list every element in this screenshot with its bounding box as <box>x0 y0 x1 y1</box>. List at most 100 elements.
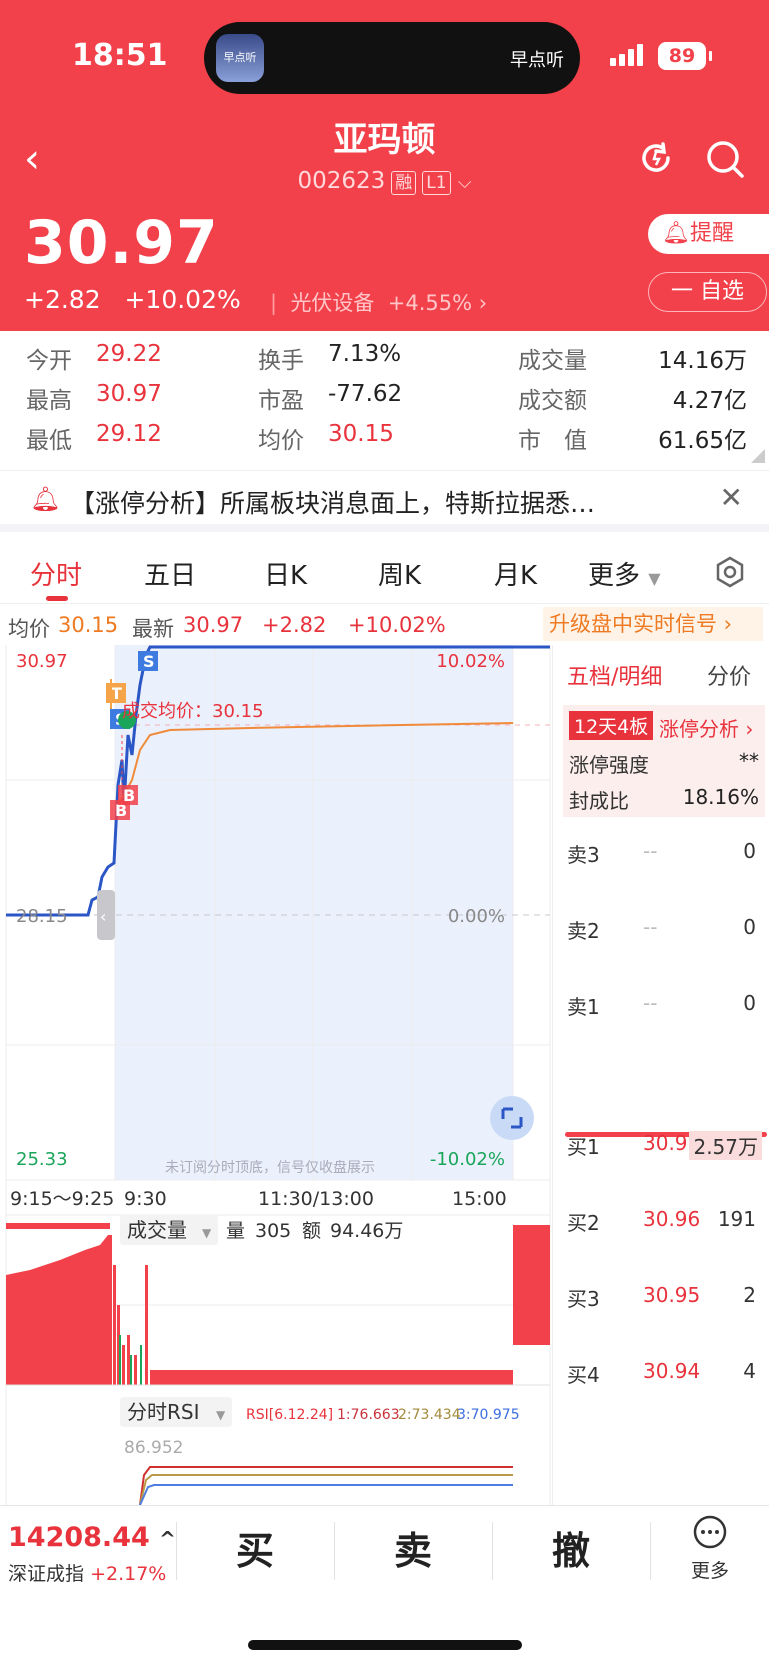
strength-value: ** <box>739 749 759 773</box>
settings-icon[interactable] <box>714 556 746 588</box>
time-label-close: 15:00 <box>452 1188 507 1210</box>
tab-daily-k[interactable]: 日K <box>264 555 307 592</box>
avg-price-note: 成交均价：30.15 <box>122 701 264 722</box>
more-button[interactable]: 更多 <box>660 1514 760 1583</box>
bid-qty: 2 <box>743 1283 756 1307</box>
volume-value: 14.16万 <box>658 348 747 374</box>
change-pct: +10.02% <box>124 285 241 314</box>
bell-icon: 🔔︎ <box>30 485 61 513</box>
bid-row[interactable]: 买2 30.96 191 <box>553 1199 769 1239</box>
level-tag: L1 <box>422 171 451 195</box>
search-icon[interactable] <box>704 138 746 180</box>
chart-watermark: 未订阅分时顶底，信号仅收盘展示 <box>165 1159 375 1176</box>
rsi-2: 2:73.434 <box>398 1407 461 1423</box>
caret-down-icon: ▼ <box>216 1408 226 1422</box>
clock: 18:51 <box>72 38 168 73</box>
pct-top-label: 10.02% <box>436 651 505 672</box>
ask-row[interactable]: 卖1 -- 0 <box>553 983 769 1023</box>
y-mid-label: 28.15 <box>16 906 68 927</box>
divider <box>492 1522 493 1580</box>
order-book-tab[interactable]: 五档/明细 <box>567 659 662 691</box>
upgrade-signal-link[interactable]: 升级盘中实时信号 › <box>543 607 763 641</box>
volume-amt: 94.46万 <box>330 1220 403 1242</box>
index-pct: +2.17% <box>90 1563 167 1585</box>
tab-intraday[interactable]: 分时 <box>30 555 82 592</box>
tab-weekly-k[interactable]: 周K <box>378 555 421 592</box>
volume-amt-label: 额 <box>302 1220 321 1242</box>
pe-label: 市盈 <box>258 388 304 414</box>
rsi-1: 1:76.663 <box>337 1407 400 1423</box>
cancel-button[interactable]: 撤 <box>496 1520 646 1575</box>
tab-more-label: 更多 <box>588 561 641 591</box>
mcap-label: 市 值 <box>518 428 587 454</box>
island-label: 早点听 <box>510 50 564 71</box>
rsi-3: 3:70.975 <box>457 1407 520 1423</box>
watchlist-button[interactable]: 一 自选 <box>648 272 767 312</box>
close-icon[interactable]: ✕ <box>720 481 743 514</box>
low-value: 29.12 <box>96 421 162 447</box>
y-min-label: 25.33 <box>16 1149 68 1170</box>
bid-qty: 2.57万 <box>689 1131 762 1160</box>
latest-pct: +10.02% <box>348 613 446 637</box>
marker-t-text: T <box>111 684 122 703</box>
ask-qty: 0 <box>743 991 756 1015</box>
ask-label: 卖2 <box>567 919 600 943</box>
ask-qty: 0 <box>743 915 756 939</box>
current-price: 30.97 <box>24 208 219 278</box>
buy-button[interactable]: 买 <box>180 1520 330 1575</box>
caret-up-icon: ^ <box>159 1527 176 1551</box>
volume-qty-label: 量 <box>226 1220 245 1242</box>
active-tab-indicator <box>46 596 68 601</box>
tab-5day[interactable]: 五日 <box>144 555 196 592</box>
volume-indicator-name: 成交量 <box>127 1218 187 1242</box>
notice-bar[interactable]: 🔔︎ 【涨停分析】所属板块消息面上，特斯拉据悉… ✕ <box>0 470 769 532</box>
tab-more[interactable]: 更多 ▼ <box>588 555 661 592</box>
upgrade-label: 升级盘中实时信号 <box>549 612 717 636</box>
remind-button[interactable]: 🔔︎提醒 <box>648 214 769 254</box>
bid-qty: 4 <box>743 1359 756 1383</box>
ask-label: 卖3 <box>567 843 600 867</box>
high-label: 最高 <box>26 388 72 414</box>
ask-qty: 0 <box>743 839 756 863</box>
pct-bot-label: -10.02% <box>430 1149 505 1170</box>
margin-tag: 融 <box>391 171 417 195</box>
more-label: 更多 <box>690 1560 729 1582</box>
stats-panel: 今开 29.22 换手 7.13% 成交量 14.16万 最高 30.97 市盈… <box>0 331 769 467</box>
bid-label: 买2 <box>567 1211 600 1235</box>
tab-monthly-k[interactable]: 月K <box>494 555 537 592</box>
ask-row[interactable]: 卖2 -- 0 <box>553 907 769 947</box>
sell-button[interactable]: 卖 <box>338 1520 488 1575</box>
high-value: 30.97 <box>96 381 162 407</box>
bid-label: 买3 <box>567 1287 600 1311</box>
bid-price: 30.94 <box>643 1359 701 1383</box>
expand-corner-icon[interactable] <box>751 449 765 463</box>
home-indicator <box>248 1640 522 1650</box>
avg-value: 30.15 <box>328 421 394 447</box>
ask-row[interactable]: 卖3 -- 0 <box>553 831 769 871</box>
fullscreen-button[interactable] <box>490 1096 534 1140</box>
index-ticker[interactable]: 14208.44 ^ 深证成指 +2.17% <box>8 1522 176 1586</box>
sector-link[interactable]: | 光伏设备 +4.55% › <box>270 287 487 317</box>
intraday-chart[interactable]: T S S B B 成交均价：30.15 30.97 28.15 25.33 1… <box>0 645 552 1505</box>
dynamic-island[interactable]: 早点听 早点听 <box>204 22 580 94</box>
remind-label: 提醒 <box>689 221 734 246</box>
price-dist-tab[interactable]: 分价 <box>707 659 751 691</box>
volume-qty: 305 <box>255 1220 291 1242</box>
limit-analysis-label: 涨停分析 <box>659 717 739 741</box>
price-change: +2.82 +10.02% <box>24 285 241 314</box>
avg-price-value: 30.15 <box>58 613 119 637</box>
rsi-params: RSI[6.12.24] <box>246 1407 333 1423</box>
more-icon <box>693 1515 727 1549</box>
bid-row[interactable]: 买3 30.95 2 <box>553 1275 769 1315</box>
bid-row[interactable]: 买1 30.97 2.57万 <box>553 1123 769 1163</box>
ask-price: -- <box>643 839 658 863</box>
index-name: 深证成指 <box>8 1563 85 1585</box>
refresh-icon[interactable] <box>636 138 676 178</box>
latest-value: 30.97 <box>183 613 244 637</box>
divider <box>650 1522 651 1580</box>
bid-price: 30.96 <box>643 1207 701 1231</box>
time-label-open: 9:30 <box>124 1188 167 1210</box>
index-value: 14208.44 <box>8 1522 150 1553</box>
limit-up-card[interactable]: 12天4板 涨停分析 › 涨停强度 ** 封成比 18.16% <box>563 705 765 817</box>
bid-row[interactable]: 买4 30.94 4 <box>553 1351 769 1391</box>
